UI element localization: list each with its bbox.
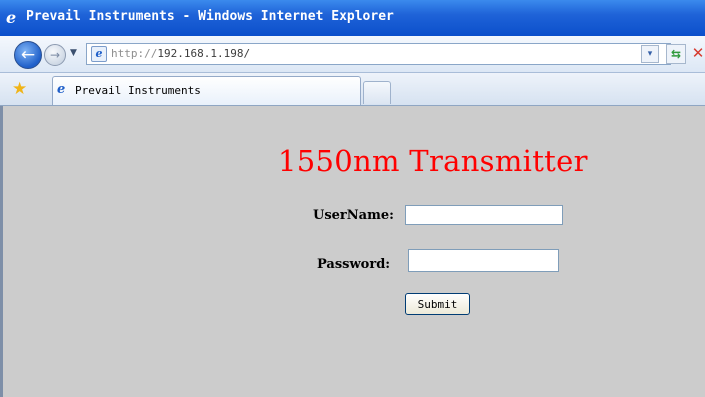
window-title: Prevail Instruments - Windows Internet E… <box>26 9 394 24</box>
page-heading: 1550nm Transmitter <box>278 144 588 178</box>
new-tab-button[interactable] <box>363 81 391 104</box>
tab-bar: ★ e Prevail Instruments <box>0 73 705 106</box>
window-titlebar[interactable]: e Prevail Instruments - Windows Internet… <box>0 0 705 36</box>
back-button[interactable]: ← <box>14 41 42 69</box>
address-url[interactable]: http://192.168.1.198/ <box>111 47 250 60</box>
page-content: 1550nm Transmitter UserName: Password: S… <box>0 106 705 397</box>
tab-prevail-instruments[interactable]: e Prevail Instruments <box>52 76 361 105</box>
username-label: UserName: <box>313 208 394 223</box>
recent-pages-dropdown[interactable]: ▼ <box>70 48 77 58</box>
address-host: 192.168.1.198/ <box>157 47 251 60</box>
forward-button[interactable]: → <box>44 44 66 66</box>
refresh-button[interactable]: ⇆ <box>666 44 686 64</box>
address-dropdown-button[interactable]: ▾ <box>641 45 659 63</box>
password-input[interactable] <box>408 249 559 272</box>
page-icon: e <box>91 46 107 62</box>
tab-label: Prevail Instruments <box>75 84 201 97</box>
ie-page-icon: e <box>57 82 66 97</box>
password-label: Password: <box>317 257 391 272</box>
stop-button[interactable]: ✕ <box>690 44 705 62</box>
navigation-toolbar: ← → ▼ e http://192.168.1.198/ ▾ ⇆ ✕ <box>0 36 705 73</box>
submit-button[interactable]: Submit <box>405 293 470 315</box>
ie-logo-icon: e <box>6 8 17 27</box>
address-protocol: http:// <box>111 47 158 60</box>
favorites-star-icon[interactable]: ★ <box>12 80 27 98</box>
address-bar[interactable]: e http://192.168.1.198/ <box>86 43 671 65</box>
username-input[interactable] <box>405 205 563 225</box>
